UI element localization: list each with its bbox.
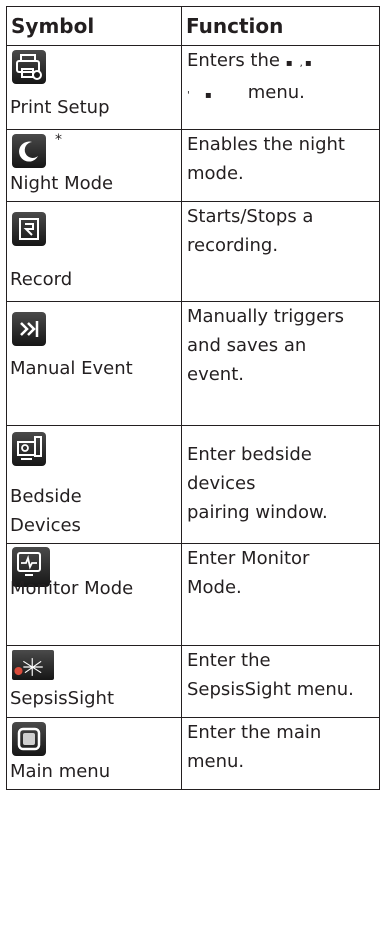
print-setup-icon <box>12 50 46 84</box>
main-menu-icon <box>12 722 46 756</box>
function-text: recording. <box>187 235 279 256</box>
function-text: menu. <box>187 751 245 772</box>
symbol-cell: Record <box>6 201 182 302</box>
function-text: and saves an <box>187 335 307 356</box>
symbol-label: Manual Event <box>10 358 133 379</box>
table-row: SepsisSight Enter the SepsisSight menu. <box>6 645 380 718</box>
function-text: SepsisSight menu. <box>187 679 354 700</box>
table-row: Print Setup Enters the ▪ ,▪ ' ▪ menu. <box>6 45 380 130</box>
function-text: event. <box>187 364 244 385</box>
symbol-cell: Manual Event <box>6 301 182 426</box>
manual-event-icon <box>12 312 46 346</box>
table-row: Monitor Mode Enter Monitor Mode. <box>6 543 380 646</box>
symbol-label: Bedside <box>10 486 82 507</box>
symbol-cell: Main menu <box>6 717 182 790</box>
table-row: Record Starts/Stops a recording. <box>6 201 380 302</box>
symbol-label: Record <box>10 269 73 290</box>
symbol-label: Print Setup <box>10 97 110 118</box>
symbol-cell: SepsisSight <box>6 645 182 718</box>
function-cell: Enter bedside devices pairing window. <box>181 425 380 544</box>
function-text: Enter Monitor <box>187 548 310 569</box>
table-header-row: Symbol Function <box>6 6 380 46</box>
function-text: Enter bedside <box>187 444 312 465</box>
function-cell: Starts/Stops a recording. <box>181 201 380 302</box>
function-text: pairing window. <box>187 502 328 523</box>
function-text: Enables the night <box>187 134 345 155</box>
table-row: Manual Event Manually triggers and saves… <box>6 301 380 426</box>
function-text: Enter the <box>187 650 271 671</box>
symbol-label: Devices <box>10 515 81 536</box>
function-cell: Enter the SepsisSight menu. <box>181 645 380 718</box>
symbol-label: Main menu <box>10 761 111 782</box>
symbol-label: Night Mode <box>10 173 114 194</box>
function-cell: Enters the ▪ ,▪ ' ▪ menu. <box>181 45 380 130</box>
function-text: mode. <box>187 163 244 184</box>
symbol-cell: Bedside Devices <box>6 425 182 544</box>
symbol-cell: Print Setup <box>6 45 182 130</box>
footnote-mark: * <box>55 132 62 148</box>
symbol-table: Symbol Function Print Setup Enters the ▪… <box>6 6 380 790</box>
function-cell: Enables the night mode. <box>181 129 380 202</box>
table-row: * Night Mode Enables the night mode. <box>6 129 380 202</box>
symbol-column-header: Symbol <box>6 6 182 46</box>
function-text: Mode. <box>187 577 242 598</box>
function-cell: Enter Monitor Mode. <box>181 543 380 646</box>
table-row: Bedside Devices Enter bedside devices pa… <box>6 425 380 544</box>
function-text: Enters the <box>187 50 280 71</box>
function-column-header: Function <box>181 6 380 46</box>
symbol-label: SepsisSight <box>10 688 115 709</box>
function-text: Starts/Stops a <box>187 206 314 227</box>
function-cell: Manually triggers and saves an event. <box>181 301 380 426</box>
function-text: Manually triggers <box>187 306 344 327</box>
symbol-cell: Monitor Mode <box>6 543 182 646</box>
record-icon <box>12 212 46 246</box>
table-row: Main menu Enter the main menu. <box>6 717 380 790</box>
sepsissight-icon <box>12 650 54 680</box>
night-mode-icon <box>12 134 46 168</box>
function-text: menu. <box>247 82 305 103</box>
symbol-label: Monitor Mode <box>10 578 134 599</box>
bedside-devices-icon <box>12 432 46 466</box>
function-cell: Enter the main menu. <box>181 717 380 790</box>
function-text: devices <box>187 473 256 494</box>
function-text: Enter the main <box>187 722 322 743</box>
symbol-cell: * Night Mode <box>6 129 182 202</box>
